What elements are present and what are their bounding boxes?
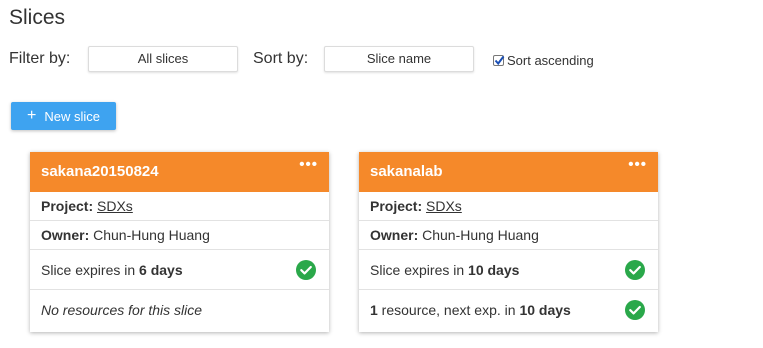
slice-card-header: sakanalab ••• xyxy=(359,152,658,192)
sort-label: Sort by: xyxy=(253,50,309,67)
expiry-row: Slice expires in 6 days xyxy=(30,249,329,289)
project-link[interactable]: SDXs xyxy=(426,198,462,214)
plus-icon: + xyxy=(27,107,37,124)
expiry-value: 6 days xyxy=(139,262,183,278)
resources-row: 1 resource, next exp. in 10 days xyxy=(359,289,658,329)
check-circle-icon xyxy=(625,260,645,280)
slice-card-header: sakana20150824 ••• xyxy=(30,152,329,192)
filter-label: Filter by: xyxy=(9,50,71,67)
project-label: Project: xyxy=(370,198,423,214)
sort-ascending-checkbox[interactable] xyxy=(493,55,505,66)
slice-name[interactable]: sakanalab xyxy=(370,163,443,180)
project-row: Project: SDXs xyxy=(359,192,658,220)
more-options-icon[interactable]: ••• xyxy=(628,156,647,173)
check-circle-icon xyxy=(625,300,645,320)
filter-select[interactable]: All slices xyxy=(88,46,238,72)
sort-ascending-toggle[interactable]: Sort ascending xyxy=(493,53,594,68)
resources-count: 1 xyxy=(370,302,378,318)
slice-card: sakanalab ••• Project: SDXs Owner: Chun-… xyxy=(359,152,658,332)
owner-value: Chun-Hung Huang xyxy=(93,227,210,243)
owner-row: Owner: Chun-Hung Huang xyxy=(30,220,329,249)
more-options-icon[interactable]: ••• xyxy=(299,156,318,173)
expiry-value: 10 days xyxy=(468,262,520,278)
owner-value: Chun-Hung Huang xyxy=(422,227,539,243)
owner-label: Owner: xyxy=(41,227,90,243)
owner-row: Owner: Chun-Hung Huang xyxy=(359,220,658,249)
sort-select[interactable]: Slice name xyxy=(324,46,474,72)
new-slice-button[interactable]: + New slice xyxy=(11,102,116,130)
resources-text: resource, next exp. in xyxy=(377,302,520,318)
resources-expiry: 10 days xyxy=(519,302,571,318)
project-link[interactable]: SDXs xyxy=(97,198,133,214)
slice-card: sakana20150824 ••• Project: SDXs Owner: … xyxy=(30,152,329,332)
sort-ascending-label: Sort ascending xyxy=(507,53,594,68)
owner-label: Owner: xyxy=(370,227,419,243)
filter-bar: Filter by: All slices Sort by: Slice nam… xyxy=(9,46,709,72)
project-label: Project: xyxy=(41,198,94,214)
resources-text: No resources for this slice xyxy=(41,302,203,318)
resources-row: No resources for this slice xyxy=(30,289,329,329)
expiry-row: Slice expires in 10 days xyxy=(359,249,658,289)
expiry-prefix: Slice expires in xyxy=(41,262,140,278)
page-title: Slices xyxy=(9,6,66,29)
checkmark-icon xyxy=(494,55,505,66)
project-row: Project: SDXs xyxy=(30,192,329,220)
slice-name[interactable]: sakana20150824 xyxy=(41,163,159,180)
check-circle-icon xyxy=(296,260,316,280)
new-slice-label: New slice xyxy=(44,108,100,124)
expiry-prefix: Slice expires in xyxy=(370,262,469,278)
